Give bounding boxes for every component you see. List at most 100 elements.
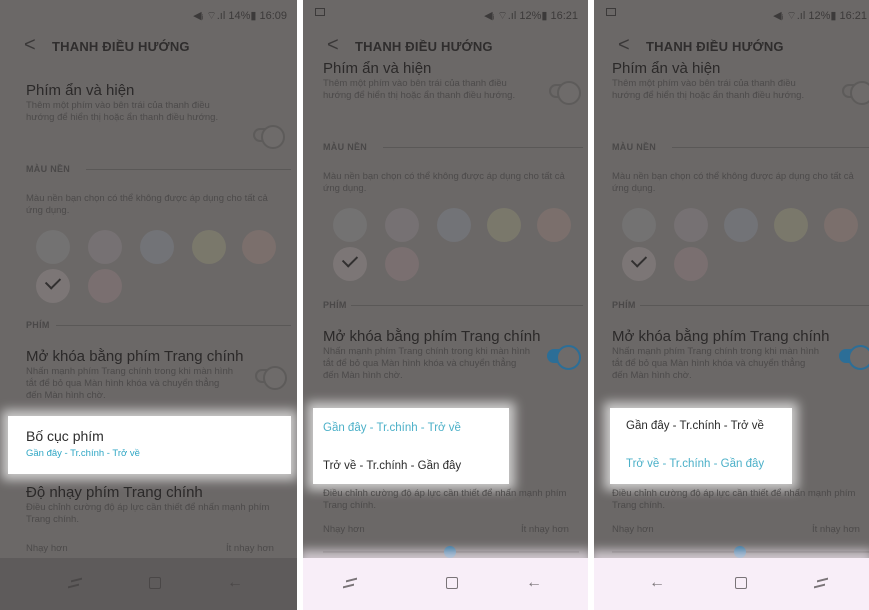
settings-screen-2: ◀ᵢ ⌔.ıl 12%▮ 16:21 < THANH ĐIỀU HƯỚNG Ph… bbox=[303, 0, 588, 610]
layout-option-recent-home-back[interactable]: Gần đây - Tr.chính - Trở về bbox=[626, 420, 764, 432]
section-divider bbox=[86, 169, 291, 170]
recent-apps-button[interactable] bbox=[810, 572, 832, 594]
color-swatch[interactable] bbox=[192, 230, 226, 264]
more-sensitive-label: Nhạy hơn bbox=[323, 524, 365, 535]
recent-apps-icon bbox=[68, 578, 82, 588]
navigation-bar: ← bbox=[303, 558, 588, 610]
back-arrow-icon[interactable]: < bbox=[24, 34, 36, 57]
home-icon bbox=[149, 577, 161, 589]
back-arrow-icon: ← bbox=[649, 574, 665, 591]
more-sensitive-label: Nhạy hơn bbox=[612, 524, 654, 535]
recent-apps-button[interactable] bbox=[64, 572, 86, 594]
home-button[interactable] bbox=[144, 572, 166, 594]
status-bar: ◀ᵢ ⌔.ıl 12%▮ 16:21 bbox=[594, 0, 869, 28]
background-section-label: MÀU NỀN bbox=[26, 164, 71, 174]
show-hide-desc: Thêm một phím vào bên trái của thanh điề… bbox=[612, 78, 805, 101]
back-arrow-icon: ← bbox=[526, 574, 542, 591]
color-swatch[interactable] bbox=[385, 208, 419, 242]
image-notification-icon bbox=[606, 8, 616, 16]
layout-option-recent-home-back[interactable]: Gần đây - Tr.chính - Trở về bbox=[323, 422, 461, 434]
status-indicators: ◀ᵢ ⌔.ıl 12%▮ 16:21 bbox=[484, 10, 578, 22]
color-swatch-selected[interactable] bbox=[36, 269, 70, 303]
color-swatch[interactable] bbox=[140, 230, 174, 264]
color-swatch[interactable] bbox=[333, 208, 367, 242]
layout-option-back-home-recent[interactable]: Trở về - Tr.chính - Gần đây bbox=[323, 460, 461, 472]
keys-section-label: PHÍM bbox=[612, 300, 636, 310]
color-swatch[interactable] bbox=[537, 208, 571, 242]
less-sensitive-label: Ít nhạy hơn bbox=[226, 543, 274, 554]
home-sensitivity-desc: Điều chỉnh cường độ áp lực cần thiết để … bbox=[612, 488, 856, 511]
show-hide-toggle[interactable] bbox=[253, 125, 285, 149]
color-swatch[interactable] bbox=[36, 230, 70, 264]
back-button[interactable]: ← bbox=[646, 572, 668, 594]
color-swatch[interactable] bbox=[674, 208, 708, 242]
section-divider bbox=[672, 147, 869, 148]
back-button[interactable]: ← bbox=[224, 572, 246, 594]
color-swatch[interactable] bbox=[487, 208, 521, 242]
unlock-home-toggle[interactable] bbox=[547, 345, 581, 370]
unlock-home-title: Mở khóa bằng phím Trang chính bbox=[612, 328, 830, 345]
app-bar: < THANH ĐIỀU HƯỚNG bbox=[594, 30, 869, 62]
status-indicators: ◀ᵢ ⌔.ıl 14%▮ 16:09 bbox=[193, 10, 287, 22]
home-sensitivity-desc: Điều chỉnh cường độ áp lực cần thiết để … bbox=[26, 502, 270, 525]
back-arrow-icon: ← bbox=[227, 574, 243, 591]
color-swatch[interactable] bbox=[724, 208, 758, 242]
show-hide-toggle[interactable] bbox=[549, 81, 581, 105]
section-divider bbox=[351, 305, 583, 306]
back-arrow-icon[interactable]: < bbox=[618, 34, 630, 57]
color-swatch[interactable] bbox=[88, 269, 122, 303]
color-swatch[interactable] bbox=[774, 208, 808, 242]
status-bar: ◀ᵢ ⌔.ıl 14%▮ 16:09 bbox=[0, 0, 297, 28]
show-hide-toggle[interactable] bbox=[842, 81, 869, 105]
color-swatch[interactable] bbox=[674, 247, 708, 281]
unlock-home-toggle[interactable] bbox=[255, 366, 287, 390]
more-sensitive-label: Nhạy hơn bbox=[26, 543, 68, 554]
keys-section-label: PHÍM bbox=[26, 320, 50, 330]
unlock-home-toggle[interactable] bbox=[839, 345, 869, 370]
color-swatch[interactable] bbox=[242, 230, 276, 264]
page-title: THANH ĐIỀU HƯỚNG bbox=[52, 39, 190, 54]
less-sensitive-label: Ít nhạy hơn bbox=[521, 524, 569, 535]
color-swatch-selected[interactable] bbox=[333, 247, 367, 281]
section-divider bbox=[640, 305, 869, 306]
background-desc: Màu nền bạn chọn có thể không được áp dụ… bbox=[323, 171, 565, 194]
background-section-label: MÀU NỀN bbox=[323, 142, 368, 152]
key-layout-dropdown: Gần đây - Tr.chính - Trở về Trở về - Tr.… bbox=[610, 408, 792, 484]
navigation-bar: ← bbox=[594, 558, 869, 610]
home-button[interactable] bbox=[441, 572, 463, 594]
unlock-home-title: Mở khóa bằng phím Trang chính bbox=[323, 328, 541, 345]
section-divider bbox=[383, 147, 583, 148]
background-desc: Màu nền bạn chọn có thể không được áp dụ… bbox=[612, 171, 854, 194]
sensitivity-slider-knob[interactable] bbox=[734, 546, 746, 558]
recent-apps-button[interactable] bbox=[339, 572, 361, 594]
app-bar: < THANH ĐIỀU HƯỚNG bbox=[0, 30, 297, 62]
layout-option-back-home-recent[interactable]: Trở về - Tr.chính - Gần đây bbox=[626, 458, 764, 470]
page-title: THANH ĐIỀU HƯỚNG bbox=[646, 39, 784, 54]
color-swatch[interactable] bbox=[824, 208, 858, 242]
back-arrow-icon[interactable]: < bbox=[327, 34, 339, 57]
key-layout-value: Gần đây - Tr.chính - Trở về bbox=[26, 448, 140, 459]
show-hide-title: Phím ẩn và hiện bbox=[323, 60, 432, 77]
color-swatch[interactable] bbox=[437, 208, 471, 242]
unlock-home-desc: Nhấn mạnh phím Trang chính trong khi màn… bbox=[323, 346, 531, 381]
background-section-label: MÀU NỀN bbox=[612, 142, 657, 152]
key-layout-title: Bố cục phím bbox=[26, 428, 104, 444]
page-title: THANH ĐIỀU HƯỚNG bbox=[355, 39, 493, 54]
color-swatch-selected[interactable] bbox=[622, 247, 656, 281]
color-swatch[interactable] bbox=[88, 230, 122, 264]
unlock-home-title: Mở khóa bằng phím Trang chính bbox=[26, 348, 244, 365]
sensitivity-slider-knob[interactable] bbox=[444, 546, 456, 558]
settings-screen-1: ◀ᵢ ⌔.ıl 14%▮ 16:09 < THANH ĐIỀU HƯỚNG Ph… bbox=[0, 0, 297, 610]
key-layout-item[interactable]: Bố cục phím Gần đây - Tr.chính - Trở về bbox=[8, 416, 291, 474]
keys-section-label: PHÍM bbox=[323, 300, 347, 310]
color-swatch[interactable] bbox=[622, 208, 656, 242]
status-indicators: ◀ᵢ ⌔.ıl 12%▮ 16:21 bbox=[773, 10, 867, 22]
show-hide-desc: Thêm một phím vào bên trái của thanh điề… bbox=[323, 78, 516, 101]
app-bar: < THANH ĐIỀU HƯỚNG bbox=[303, 30, 588, 62]
image-notification-icon bbox=[315, 8, 325, 16]
show-hide-title: Phím ẩn và hiện bbox=[612, 60, 721, 77]
less-sensitive-label: Ít nhạy hơn bbox=[812, 524, 860, 535]
home-button[interactable] bbox=[730, 572, 752, 594]
back-button[interactable]: ← bbox=[523, 572, 545, 594]
color-swatch[interactable] bbox=[385, 247, 419, 281]
